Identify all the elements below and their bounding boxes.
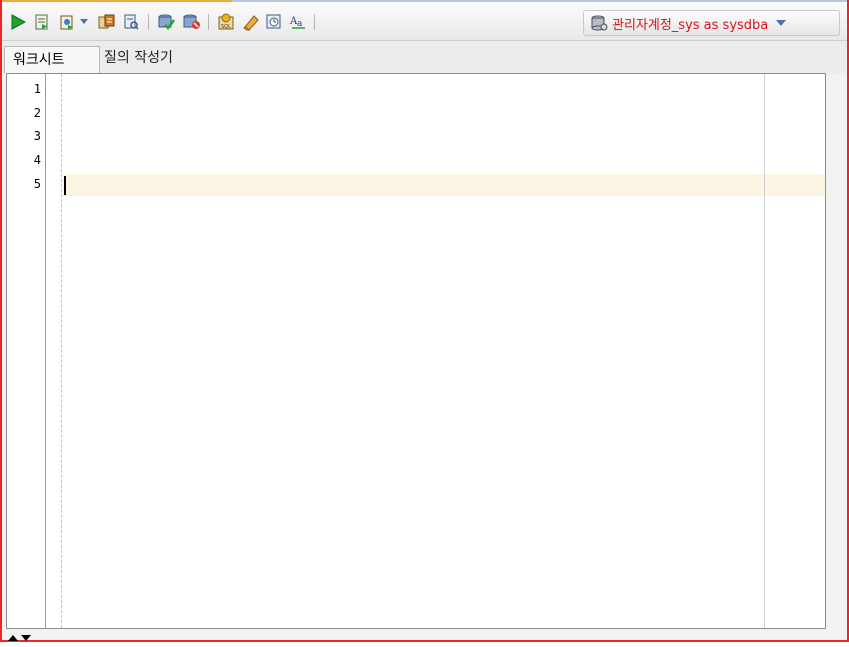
worksheet-tab-bar: 워크시트 질의 작성기 xyxy=(2,40,847,73)
text-caret xyxy=(64,176,66,195)
split-down-icon xyxy=(21,635,31,641)
sql-tuning-advisor-icon[interactable] xyxy=(121,12,141,32)
sql-editor[interactable]: 1 2 3 4 5 xyxy=(6,73,826,629)
worksheet-toolbar: SQL Aa 관리자계정_sys as sysdba xyxy=(2,2,847,40)
line-number: 3 xyxy=(33,129,41,143)
rollback-icon[interactable] xyxy=(182,12,202,32)
line-number-gutter: 1 2 3 4 5 xyxy=(7,74,46,628)
sql-history-icon[interactable]: SQL xyxy=(216,12,236,32)
dropdown-caret-icon[interactable] xyxy=(79,12,89,32)
connection-selector[interactable]: 관리자계정_sys as sysdba xyxy=(583,10,840,36)
run-statement-icon[interactable] xyxy=(8,12,28,32)
sql-worksheet-window: SQL Aa 관리자계정_sys as sysdba 워크시트 질의 작성기 1 xyxy=(0,0,849,642)
toolbar-separator xyxy=(208,14,209,30)
database-connection-icon xyxy=(590,15,608,31)
fold-margin xyxy=(61,74,62,628)
right-margin-guide xyxy=(764,74,765,628)
commit-icon[interactable] xyxy=(157,12,177,32)
tab-query-builder[interactable]: 질의 작성기 xyxy=(96,45,181,71)
chevron-down-icon[interactable] xyxy=(776,20,787,26)
toolbar-separator xyxy=(148,14,149,30)
connection-label: 관리자계정_sys as sysdba xyxy=(612,17,769,33)
sql-history-panel-icon[interactable] xyxy=(264,12,284,32)
line-number: 5 xyxy=(33,177,41,191)
explain-plan-icon[interactable] xyxy=(97,12,117,32)
tab-worksheet[interactable]: 워크시트 xyxy=(4,46,100,73)
split-up-icon xyxy=(8,635,18,641)
current-line-highlight xyxy=(63,174,825,196)
line-number: 2 xyxy=(33,106,41,120)
svg-text:SQL: SQL xyxy=(221,24,231,30)
autotrace-icon[interactable] xyxy=(57,12,77,32)
clear-icon[interactable] xyxy=(241,12,261,32)
to-upper-lower-icon[interactable]: Aa xyxy=(289,12,309,32)
toolbar-separator xyxy=(314,14,315,30)
line-number: 4 xyxy=(33,153,41,167)
run-script-icon[interactable] xyxy=(32,12,52,32)
editor-split-toggle[interactable] xyxy=(6,628,46,641)
line-number: 1 xyxy=(33,82,41,96)
